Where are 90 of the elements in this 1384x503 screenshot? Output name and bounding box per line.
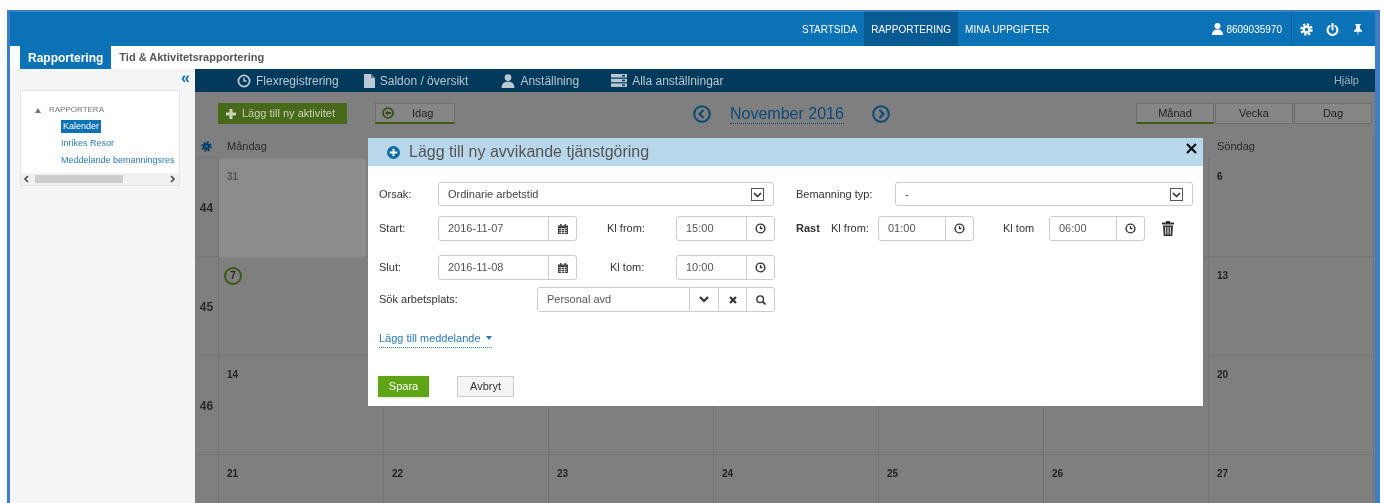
dialog-title: Lägg till ny avvikande tjänstgöring <box>409 142 650 162</box>
workplace-search-field[interactable]: Personal avd <box>537 287 690 312</box>
circle-arrow-icon <box>382 107 394 119</box>
add-message-link[interactable]: Lägg till meddelande <box>379 330 492 348</box>
clock-icon <box>755 223 766 234</box>
app-tab[interactable]: Tid & Aktivitetsrapportering <box>111 46 273 69</box>
field-label: Kl tom <box>1003 221 1036 237</box>
day-number[interactable]: 20 <box>1217 369 1229 380</box>
field-label: Start: <box>379 221 407 237</box>
collapse-link[interactable]: « <box>181 70 190 90</box>
dropdown-button[interactable] <box>690 287 719 312</box>
day-number[interactable]: 6 <box>1217 171 1223 182</box>
nav-link[interactable]: STARTSIDA <box>795 12 865 46</box>
help-link[interactable]: Hjälp <box>1333 72 1359 89</box>
field-label: Kl from: <box>831 221 870 237</box>
calendar-icon <box>557 262 568 273</box>
time-field[interactable]: 10:00 <box>676 255 775 280</box>
subnav-link[interactable]: Flexregistrering <box>256 71 339 90</box>
search-icon <box>755 294 766 305</box>
tree-item[interactable]: Inrikes Resor <box>61 136 114 151</box>
caret-down-icon <box>485 336 492 341</box>
day-number[interactable]: 21 <box>227 468 239 479</box>
close-icon[interactable] <box>1186 142 1197 154</box>
day-number[interactable]: 27 <box>1217 468 1229 479</box>
time-field[interactable]: 06:00 <box>1049 216 1145 241</box>
tree-heading[interactable]: RAPPORTERA <box>49 104 104 116</box>
reason-select[interactable]: Ordinarie arbetstid <box>438 182 774 206</box>
person-icon <box>501 73 516 88</box>
view-tab[interactable]: Vecka <box>1215 103 1293 124</box>
subnav-link[interactable]: Anställning <box>520 71 580 90</box>
trash-icon[interactable] <box>1162 221 1174 236</box>
day-number[interactable]: 13 <box>1217 270 1229 281</box>
tree-item[interactable]: Meddelande bemanningsres <box>61 153 175 168</box>
day-number[interactable]: 23 <box>557 468 569 479</box>
user-icon <box>1212 23 1224 35</box>
plus-icon <box>226 108 236 119</box>
clear-button[interactable] <box>719 287 747 312</box>
close-icon <box>728 295 737 304</box>
app-tab[interactable]: Rapportering <box>20 46 112 69</box>
field-label: Bemanning typ: <box>796 186 874 202</box>
field-label: Sök arbetsplats: <box>379 292 459 308</box>
week-number: 44 <box>199 199 214 217</box>
subnav-link[interactable]: Alla anställningar <box>632 71 724 90</box>
weekday-label: Söndag <box>1217 139 1255 155</box>
clock-icon <box>755 262 766 273</box>
plus-circle-icon <box>387 145 400 159</box>
cancel-button[interactable]: Avbryt <box>457 375 514 397</box>
nav-link[interactable]: MINA UPPGIFTER <box>958 12 1057 46</box>
field-label: Kl from: <box>607 221 646 237</box>
server-list-icon <box>611 74 628 87</box>
weekday-label: Måndag <box>227 139 267 155</box>
search-button[interactable] <box>747 287 775 312</box>
day-number[interactable]: 26 <box>1052 468 1064 479</box>
field-label: Slut: <box>379 260 402 276</box>
chevron-down-icon <box>699 296 709 303</box>
calendar-icon <box>557 223 568 234</box>
dropdown-icon <box>751 187 764 201</box>
add-activity-button[interactable]: Lägg till ny aktivitet <box>218 103 347 124</box>
day-number[interactable]: 7 <box>224 266 242 285</box>
expand-triangle-icon[interactable] <box>35 107 41 113</box>
day-number[interactable]: 14 <box>227 369 239 380</box>
section-label: Rast <box>796 221 821 237</box>
week-number: 46 <box>199 397 214 415</box>
dropdown-icon <box>1170 187 1183 201</box>
date-field[interactable]: 2016-11-08 <box>438 255 577 280</box>
month-title: November 2016 <box>730 103 844 124</box>
today-button[interactable]: Idag <box>375 103 455 124</box>
save-button[interactable]: Spara <box>378 375 429 397</box>
field-label: Kl tom: <box>610 260 646 276</box>
tree-item[interactable]: Kalender <box>61 119 102 134</box>
user-id[interactable]: 8609035970 <box>1226 21 1282 37</box>
clock-icon <box>954 223 965 234</box>
day-number[interactable]: 25 <box>887 468 899 479</box>
view-tab[interactable]: Dag <box>1294 103 1372 124</box>
document-icon <box>363 73 375 88</box>
time-field[interactable]: 15:00 <box>676 216 775 241</box>
day-number[interactable]: 22 <box>392 468 404 479</box>
settings-icon[interactable] <box>201 141 212 152</box>
day-number[interactable]: 24 <box>722 468 734 479</box>
staffing-type-select[interactable]: - <box>895 182 1193 206</box>
clock-icon <box>237 73 251 88</box>
clock-icon <box>1125 223 1136 234</box>
nav-link[interactable]: RAPPORTERING <box>864 12 959 46</box>
view-tab[interactable]: Månad <box>1136 103 1214 124</box>
field-label: Orsak: <box>379 186 413 202</box>
power-icon[interactable] <box>1326 22 1339 36</box>
time-field[interactable]: 01:00 <box>878 216 974 241</box>
week-number: 45 <box>199 298 214 316</box>
date-field[interactable]: 2016-11-07 <box>438 216 577 241</box>
subnav-link[interactable]: Saldon / översikt <box>379 71 469 90</box>
